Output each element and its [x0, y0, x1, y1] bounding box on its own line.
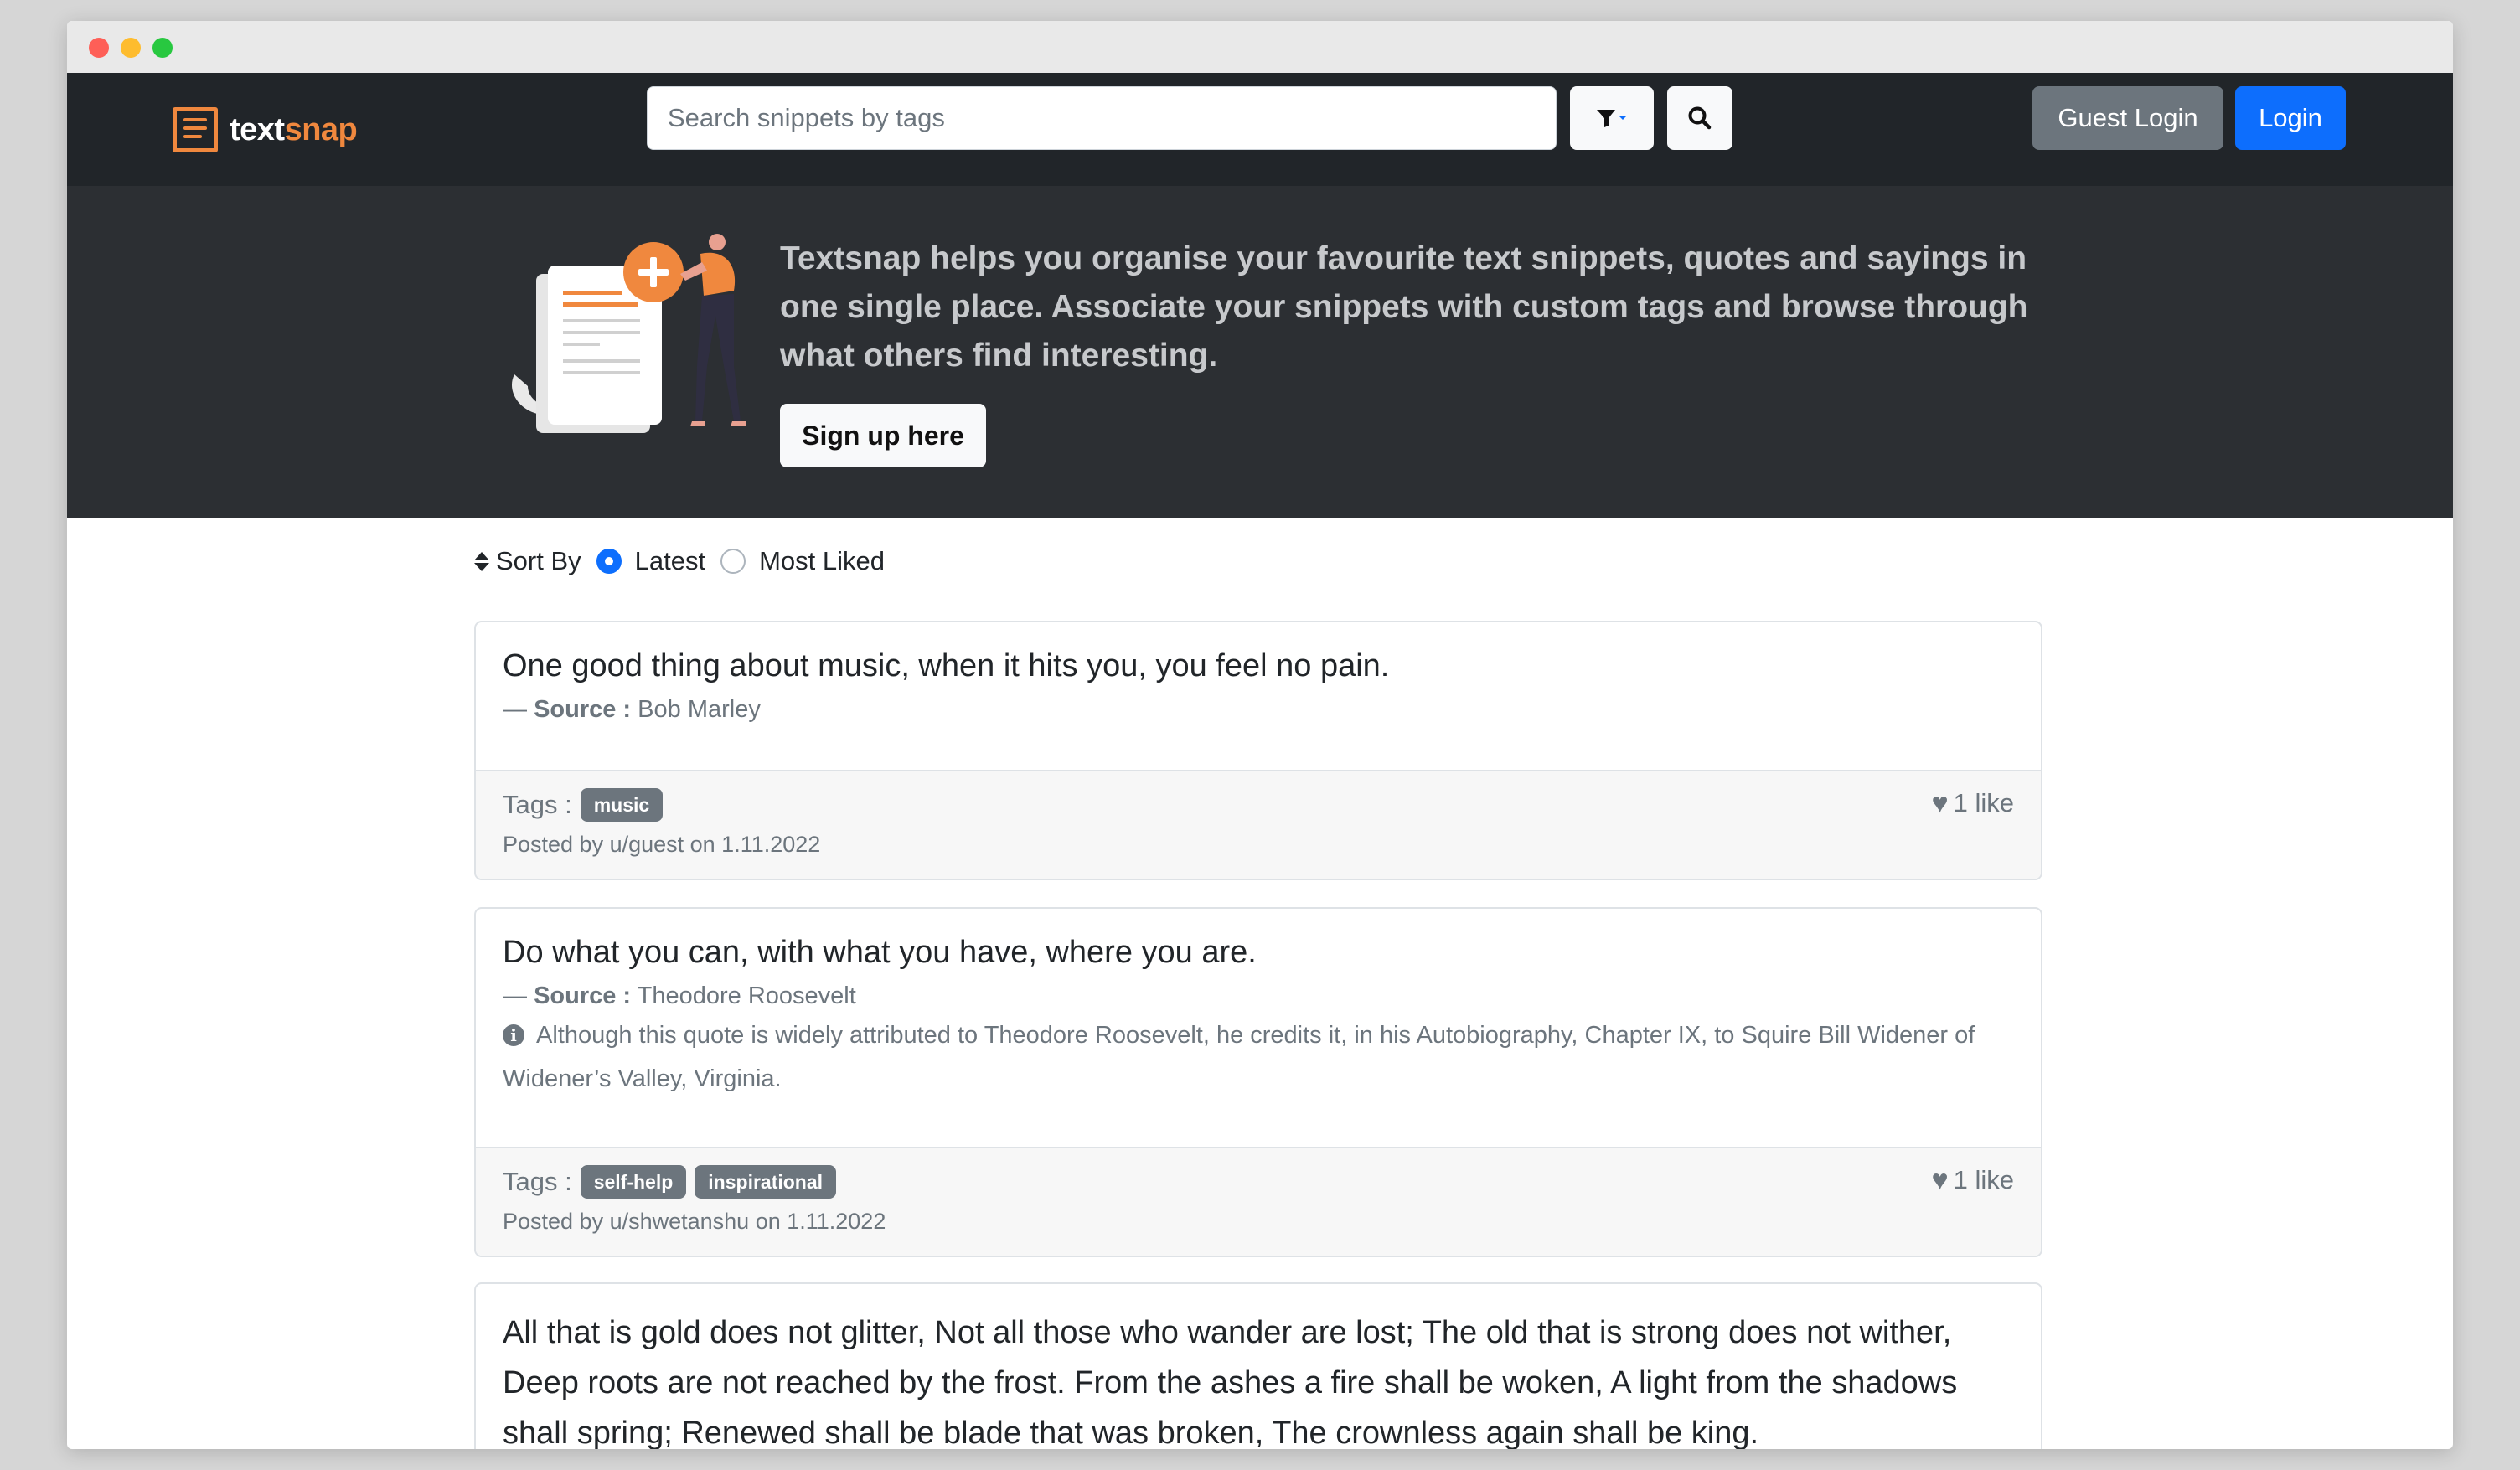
snippet-body: Do what you can, with what you have, whe… [476, 909, 2041, 1101]
like-count: 1 like [1953, 788, 2014, 818]
tags-label: Tags : [503, 790, 572, 819]
login-button[interactable]: Login [2235, 86, 2346, 150]
sort-latest-radio[interactable] [596, 549, 622, 574]
snippet-footer: Tags : music Posted by u/guest on 1.11.2… [476, 770, 2041, 879]
notepad-icon [173, 107, 218, 152]
sort-icon [474, 551, 489, 571]
brand-suffix: snap [284, 111, 358, 147]
tag-badge[interactable]: music [580, 788, 664, 822]
search-input[interactable] [647, 86, 1557, 150]
sort-most-liked-radio[interactable] [720, 549, 746, 574]
tag-badge[interactable]: self-help [580, 1165, 687, 1199]
sort-controls: Sort By Latest Most Liked [474, 540, 885, 582]
hero-banner: Textsnap helps you organise your favouri… [67, 186, 2453, 518]
posted-info: Posted by u/guest on 1.11.2022 [503, 832, 821, 857]
snippet-card: All that is gold does not glitter, Not a… [474, 1282, 2042, 1449]
snippet-text: Do what you can, with what you have, whe… [503, 935, 1257, 970]
guest-login-button[interactable]: Guest Login [2032, 86, 2223, 150]
note-text: Although this quote is widely attributed… [503, 1022, 1975, 1092]
hero-description: Textsnap helps you organise your favouri… [780, 240, 2028, 374]
source-label: Source : [534, 696, 632, 723]
maximize-window-button[interactable] [152, 38, 173, 58]
info-icon: i [503, 1024, 524, 1046]
tags-line: Tags : music [503, 788, 664, 822]
heart-icon: ♥ [1931, 787, 1949, 819]
source-label: Source : [534, 983, 632, 1009]
brand-logo[interactable]: textsnap [173, 96, 358, 163]
close-window-button[interactable] [89, 38, 109, 58]
snippet-source: — Source : Bob Marley [503, 696, 2014, 724]
minimize-window-button[interactable] [121, 38, 141, 58]
source-name: Theodore Roosevelt [637, 983, 856, 1009]
source-dash: — [503, 696, 534, 723]
heart-icon: ♥ [1931, 1164, 1949, 1196]
filter-dropdown-button[interactable] [1570, 86, 1654, 150]
snippet-card: One good thing about music, when it hits… [474, 621, 2042, 880]
brand-name: textsnap [230, 111, 358, 148]
sort-latest-label[interactable]: Latest [635, 546, 705, 576]
browser-window: textsnap Guest Login Login [67, 21, 2453, 1449]
funnel-dropdown-icon [1597, 110, 1627, 127]
sort-most-liked-label[interactable]: Most Liked [759, 546, 885, 576]
snippet-source: — Source : Theodore Roosevelt [503, 983, 2014, 1010]
tag-badge[interactable]: inspirational [695, 1165, 837, 1199]
snippet-body: All that is gold does not glitter, Not a… [476, 1284, 2041, 1449]
posted-info: Posted by u/shwetanshu on 1.11.2022 [503, 1209, 886, 1234]
document-illustration [511, 234, 746, 433]
like-count: 1 like [1953, 1165, 2014, 1194]
snippet-text: All that is gold does not glitter, Not a… [503, 1315, 1958, 1449]
magnifier-icon [1688, 106, 1712, 130]
brand-prefix: text [230, 111, 285, 147]
snippet-card: Do what you can, with what you have, whe… [474, 907, 2042, 1257]
snippet-footer: Tags : self-help inspirational Posted by… [476, 1147, 2041, 1256]
like-button[interactable]: ♥ 1 like [1931, 788, 2014, 818]
sign-up-button[interactable]: Sign up here [780, 404, 986, 467]
source-dash: — [503, 983, 534, 1009]
search-button[interactable] [1667, 86, 1732, 150]
snippet-body: One good thing about music, when it hits… [476, 622, 2041, 724]
like-button[interactable]: ♥ 1 like [1931, 1165, 2014, 1195]
tags-line: Tags : self-help inspirational [503, 1165, 837, 1199]
tags-label: Tags : [503, 1167, 572, 1196]
source-name: Bob Marley [638, 696, 761, 723]
snippet-note: i Although this quote is widely attribute… [503, 1014, 2014, 1101]
snippet-text: One good thing about music, when it hits… [503, 648, 1390, 683]
navbar: textsnap Guest Login Login [67, 73, 2453, 186]
window-titlebar [67, 21, 2453, 74]
sort-label: Sort By [496, 546, 581, 575]
